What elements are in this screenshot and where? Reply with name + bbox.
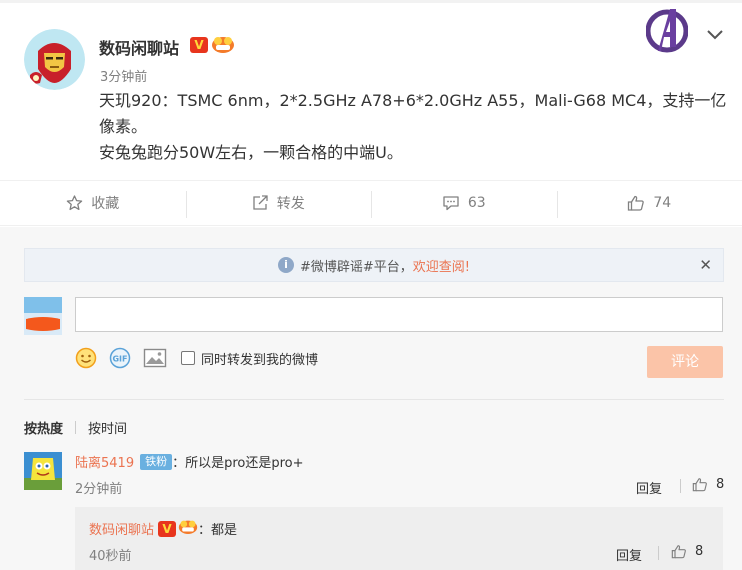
reply-time: 40秒前 (89, 549, 132, 564)
share-icon (253, 195, 268, 210)
like-button[interactable]: 74 (556, 181, 742, 225)
like-count: 74 (653, 195, 672, 211)
gif-icon[interactable]: GIF (109, 347, 131, 369)
submit-comment-button[interactable]: 评论 (647, 346, 723, 378)
reply-author-name[interactable]: 数码闲聊站 (89, 519, 154, 538)
comment-text: ：所以是pro还是pro+ (172, 456, 304, 471)
chevron-down-icon[interactable] (706, 26, 724, 40)
reply-like-count: 8 (695, 544, 704, 559)
separator (680, 479, 681, 493)
info-icon: i (277, 257, 294, 273)
reply-text: ：都是 (198, 523, 238, 538)
iron-fan-badge: 铁粉 (140, 453, 173, 470)
comment-time: 2分钟前 (75, 482, 123, 497)
thumbs-up-icon (671, 545, 686, 559)
comment-like-button[interactable]: 8 (692, 477, 724, 492)
comment-body: 陆离5419 铁粉 ：所以是pro还是pro+ (75, 452, 304, 471)
post-content: 天玑920：TSMC 6nm，2*2.5GHz A78+6*2.0GHz A55… (99, 88, 727, 166)
checkbox-label: 同时转发到我的微博 (201, 352, 319, 368)
avengers-logo-icon (645, 7, 689, 53)
top-border (0, 0, 742, 3)
post-time[interactable]: 3分钟前 (100, 66, 147, 85)
composer-toolbar: GIF 同时转发到我的微博 (75, 345, 318, 371)
reply-like-button[interactable]: 8 (671, 544, 703, 559)
sub-reply: 数码闲聊站 V ：都是 40秒前 回复 8 (75, 507, 723, 570)
sort-by-time[interactable]: 按时间 (88, 418, 127, 437)
star-icon (67, 195, 83, 211)
author-avatar[interactable] (24, 29, 85, 90)
reply-button[interactable]: 回复 (636, 478, 662, 497)
comment-button[interactable]: 63 (371, 181, 557, 225)
fan-medal-icon (178, 518, 198, 539)
my-avatar[interactable] (24, 297, 62, 335)
comment-like-count: 8 (716, 477, 725, 492)
close-icon[interactable]: ✕ (699, 256, 712, 274)
comment-sort: 按热度 按时间 (24, 418, 127, 437)
emoji-icon[interactable] (75, 347, 97, 369)
svg-text:GIF: GIF (112, 355, 127, 364)
reply-button[interactable]: 回复 (616, 545, 642, 564)
rumor-notice-banner: i #微博辟谣#平台， 欢迎查阅! ✕ (24, 248, 724, 282)
image-icon[interactable] (143, 348, 167, 368)
commenter-avatar[interactable] (24, 452, 62, 490)
favorite-button[interactable]: 收藏 (0, 181, 186, 225)
post-text-line: 天玑920：TSMC 6nm，2*2.5GHz A78+6*2.0GHz A55… (99, 91, 727, 136)
verified-badge: V (158, 520, 177, 537)
post-text-line: 安兔兔跑分50W左右，一颗合格的中端U。 (99, 143, 403, 162)
author-name[interactable]: 数码闲聊站 (99, 35, 179, 59)
fan-medal-icon (211, 34, 235, 54)
comments-panel: i #微博辟谣#平台， 欢迎查阅! ✕ GIF 同时转发到我的微博 评论 按热度 (0, 227, 742, 570)
repost-label: 转发 (276, 196, 305, 212)
divider (24, 399, 724, 400)
share-to-weibo-checkbox[interactable]: 同时转发到我的微博 (181, 349, 318, 368)
repost-button[interactable]: 转发 (185, 181, 372, 225)
sort-separator (75, 421, 77, 434)
checkbox-box[interactable] (181, 351, 195, 365)
verified-badge: V (190, 37, 208, 53)
thumbs-up-icon (628, 195, 645, 211)
separator (658, 546, 659, 560)
comment-input[interactable] (75, 297, 723, 332)
comment-count: 63 (467, 195, 486, 211)
sub-reply-body: 数码闲聊站 V ：都是 (89, 518, 237, 539)
thumbs-up-icon (692, 478, 707, 492)
commenter-name[interactable]: 陆离5419 (75, 452, 134, 471)
comment-icon (443, 196, 459, 211)
sort-by-hot[interactable]: 按热度 (24, 418, 63, 437)
favorite-label: 收藏 (91, 196, 120, 212)
notice-link[interactable]: 欢迎查阅! (413, 256, 470, 275)
post-action-bar: 收藏 转发 63 74 (0, 180, 742, 226)
notice-text: #微博辟谣#平台， (299, 259, 413, 275)
